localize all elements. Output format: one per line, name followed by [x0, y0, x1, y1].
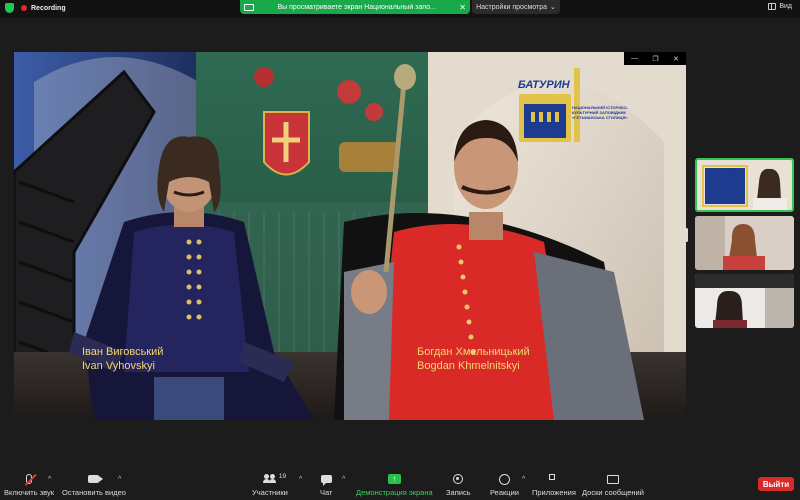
screen-icon: [244, 3, 254, 11]
chat-label: Чат: [320, 488, 333, 497]
recording-indicator[interactable]: Recording: [5, 3, 66, 13]
restore-icon[interactable]: ❐: [652, 55, 658, 63]
top-bar: Recording Вы просматриваете экран Национ…: [0, 0, 800, 18]
reactions-label: Реакции: [490, 488, 519, 497]
whiteboards-label: Доски сообщений: [582, 488, 644, 497]
apps-label: Приложения: [532, 488, 576, 497]
stop-video-label: Остановить видео: [62, 488, 126, 497]
audio-options-caret-icon[interactable]: ^: [48, 476, 51, 483]
view-button[interactable]: Вид: [768, 3, 792, 10]
close-window-icon[interactable]: ✕: [673, 55, 679, 63]
security-shield-icon[interactable]: [5, 3, 14, 13]
record-button[interactable]: Запись: [446, 472, 471, 497]
share-screen-button[interactable]: ↑ Демонстрация экрана: [356, 472, 433, 497]
view-label: Вид: [779, 3, 792, 10]
video-options-caret-icon[interactable]: ^: [118, 476, 121, 483]
participants-icon: [262, 474, 277, 484]
minimize-icon[interactable]: —: [631, 55, 638, 62]
chat-bubble-icon: [320, 475, 332, 486]
layout-grid-icon: [768, 3, 777, 10]
participant-tile[interactable]: БАТУРИН: [695, 158, 794, 212]
camera-icon: [88, 475, 104, 483]
meeting-toolbar: Включить звук ^ Остановить видео ^ 19 Уч…: [0, 470, 800, 500]
caption-khmelnitskyi-en: Bogdan Khmelnitskyi: [417, 360, 520, 372]
reactions-caret-icon[interactable]: ^: [522, 476, 525, 483]
participant-tile[interactable]: [695, 216, 794, 270]
view-settings-label: Настройки просмотра: [476, 3, 547, 11]
record-icon: [453, 474, 464, 484]
caption-khmelnitskyi: Богдан Хмельницький Bogdan Khmelnitskyi: [417, 345, 530, 373]
reactions-button[interactable]: Реакции: [490, 472, 519, 497]
recording-dot-icon: [21, 5, 27, 11]
share-banner-text: Вы просматриваете экран Национальный зап…: [277, 3, 436, 11]
stop-video-button[interactable]: Остановить видео: [62, 472, 126, 497]
view-settings-dropdown[interactable]: Настройки просмотра ⌄: [472, 0, 560, 14]
shared-screen[interactable]: — ❐ ✕ Іван Виговський Ivan Vyhovskyi Бог…: [14, 52, 686, 420]
participants-caret-icon[interactable]: ^: [299, 476, 302, 483]
recording-label: Recording: [31, 4, 66, 12]
window-controls: — ❐ ✕: [624, 52, 686, 65]
share-screen-icon: ↑: [387, 474, 401, 484]
smiley-icon: [498, 473, 510, 485]
caption-vyhovskyi-ua: Іван Виговський: [82, 346, 164, 358]
participants-label: Участники: [252, 488, 288, 497]
participant-tile[interactable]: [695, 274, 794, 328]
unmute-label: Включить звук: [4, 488, 55, 497]
tile-logo-text: БАТУРИН: [709, 170, 742, 177]
share-screen-label: Демонстрация экрана: [356, 488, 433, 497]
participants-button[interactable]: 19 Участники: [252, 472, 288, 497]
screen-share-banner[interactable]: Вы просматриваете экран Национальный зап…: [240, 0, 470, 14]
gallery-resize-handle[interactable]: [685, 228, 688, 242]
participant-video: [695, 274, 794, 328]
participant-video: [697, 160, 792, 210]
chevron-down-icon: ⌄: [550, 4, 556, 11]
caption-vyhovskyi: Іван Виговський Ivan Vyhovskyi: [82, 345, 163, 373]
caption-vyhovskyi-en: Ivan Vyhovskyi: [82, 360, 155, 372]
apps-button[interactable]: Приложения: [532, 472, 576, 497]
microphone-muted-icon: [24, 473, 37, 486]
participant-video: [695, 216, 794, 270]
chat-caret-icon[interactable]: ^: [342, 476, 345, 483]
caption-khmelnitskyi-ua: Богдан Хмельницький: [417, 346, 530, 358]
record-label: Запись: [446, 488, 471, 497]
participants-count: 19: [278, 473, 287, 480]
baturyn-logo-name: БАТУРИН: [518, 79, 570, 91]
chat-button[interactable]: Чат: [320, 472, 332, 497]
whiteboards-button[interactable]: Доски сообщений: [582, 472, 644, 497]
zoom-meeting-window: Recording Вы просматриваете экран Национ…: [0, 0, 800, 500]
baturyn-logo-subtitle: НАЦІОНАЛЬНИЙ ІСТОРИКО-КУЛЬТУРНИЙ ЗАПОВІД…: [572, 105, 628, 120]
leave-meeting-button[interactable]: Выйти: [758, 477, 794, 491]
close-icon[interactable]: ✕: [459, 3, 466, 12]
unmute-button[interactable]: Включить звук: [4, 472, 54, 497]
apps-grid-icon: [548, 473, 560, 485]
whiteboard-icon: [606, 474, 619, 484]
